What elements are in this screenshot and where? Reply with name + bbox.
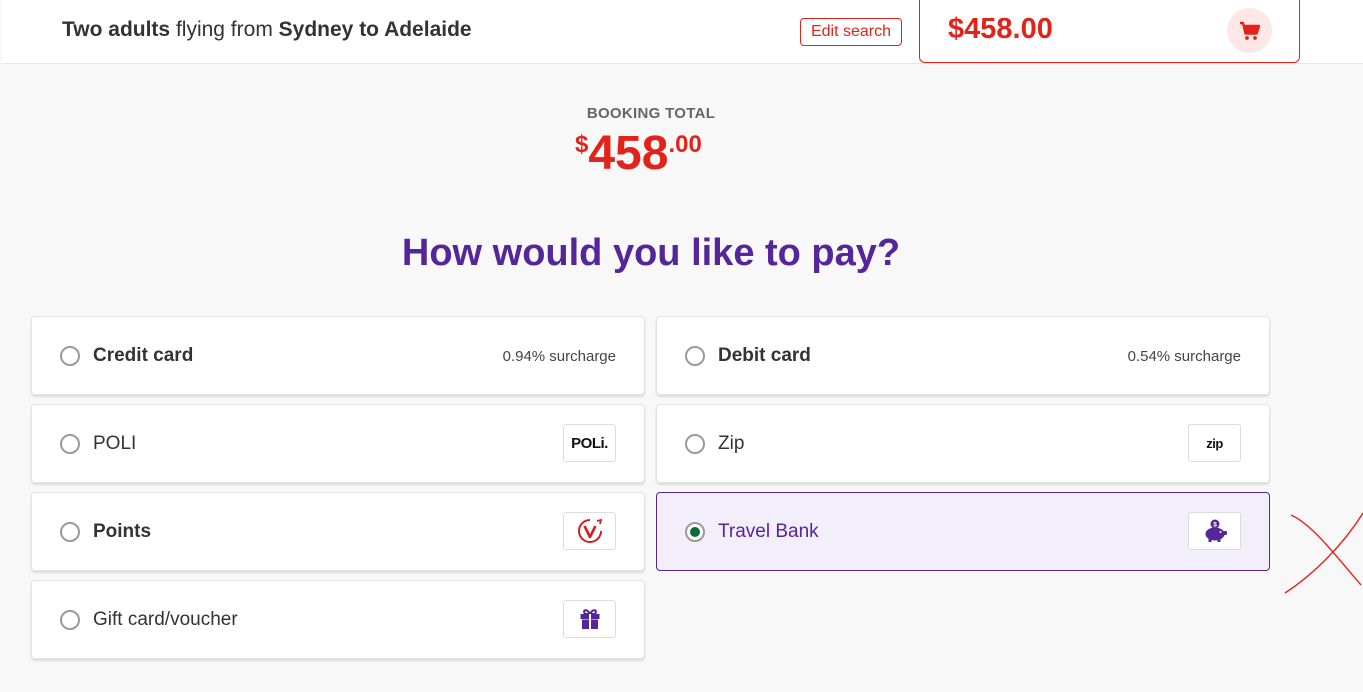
cart-total: $458.00 <box>948 13 1053 45</box>
option-label: POLI <box>93 433 137 454</box>
zip-logo-text: zip <box>1206 435 1223 451</box>
radio-gift-card[interactable] <box>60 610 80 630</box>
payment-option-points[interactable]: Points <box>31 492 645 571</box>
payment-option-debit-card[interactable]: Debit card 0.54% surcharge <box>656 316 1270 395</box>
edit-search-button[interactable]: Edit search <box>800 18 902 46</box>
radio-poli[interactable] <box>60 434 80 454</box>
cart-summary[interactable]: $458.00 <box>919 0 1300 63</box>
radio-points[interactable] <box>60 522 80 542</box>
shopping-cart-icon <box>1239 21 1260 40</box>
booking-total-label: BOOKING TOTAL <box>586 105 716 122</box>
surcharge-text: 0.94% surcharge <box>502 348 616 365</box>
booking-currency: $ <box>575 131 589 158</box>
zip-logo-icon: zip <box>1188 424 1241 462</box>
trip-summary: Two adults flying from Sydney to Adelaid… <box>62 18 472 42</box>
payment-option-credit-card[interactable]: Credit card 0.94% surcharge <box>31 316 645 395</box>
booking-amount-cents: .00 <box>668 131 702 158</box>
trip-route: Sydney to Adelaide <box>278 18 472 41</box>
velocity-logo <box>577 518 602 543</box>
payment-question: How would you like to pay? <box>401 232 901 274</box>
option-label: Zip <box>718 433 745 454</box>
radio-zip[interactable] <box>685 434 705 454</box>
gift-icon <box>563 600 616 638</box>
cart-button[interactable] <box>1227 8 1272 53</box>
payment-option-poli[interactable]: POLI POLi. <box>31 404 645 483</box>
option-label: Travel Bank <box>718 521 819 542</box>
payment-option-travel-bank[interactable]: Travel Bank $ <box>656 492 1270 571</box>
poli-logo-text: POLi. <box>571 434 608 452</box>
poli-logo-icon: POLi. <box>563 424 616 462</box>
radio-selected-dot <box>690 527 700 537</box>
payment-option-zip[interactable]: Zip zip <box>656 404 1270 483</box>
piggy-bank-icon: $ <box>1188 512 1241 550</box>
option-label: Points <box>93 521 152 542</box>
option-label: Credit card <box>93 345 194 366</box>
trip-passengers: Two adults <box>62 18 171 41</box>
red-cross-annotation <box>1284 512 1363 594</box>
radio-debit-card[interactable] <box>685 346 705 366</box>
piggy-bank-graphic: $ <box>1205 519 1227 542</box>
booking-total-amount: $458.00 <box>575 127 702 181</box>
option-label: Gift card/voucher <box>93 609 238 630</box>
trip-connector: flying from <box>175 18 273 41</box>
svg-text:$: $ <box>1213 522 1217 529</box>
radio-credit-card[interactable] <box>60 346 80 366</box>
booking-amount-main: 458 <box>588 127 669 180</box>
option-label: Debit card <box>718 345 811 366</box>
gift-graphic <box>580 609 599 629</box>
velocity-points-icon <box>563 512 616 550</box>
radio-travel-bank[interactable] <box>685 522 705 542</box>
payment-option-gift-card[interactable]: Gift card/voucher <box>31 580 645 659</box>
surcharge-text: 0.54% surcharge <box>1127 348 1241 365</box>
